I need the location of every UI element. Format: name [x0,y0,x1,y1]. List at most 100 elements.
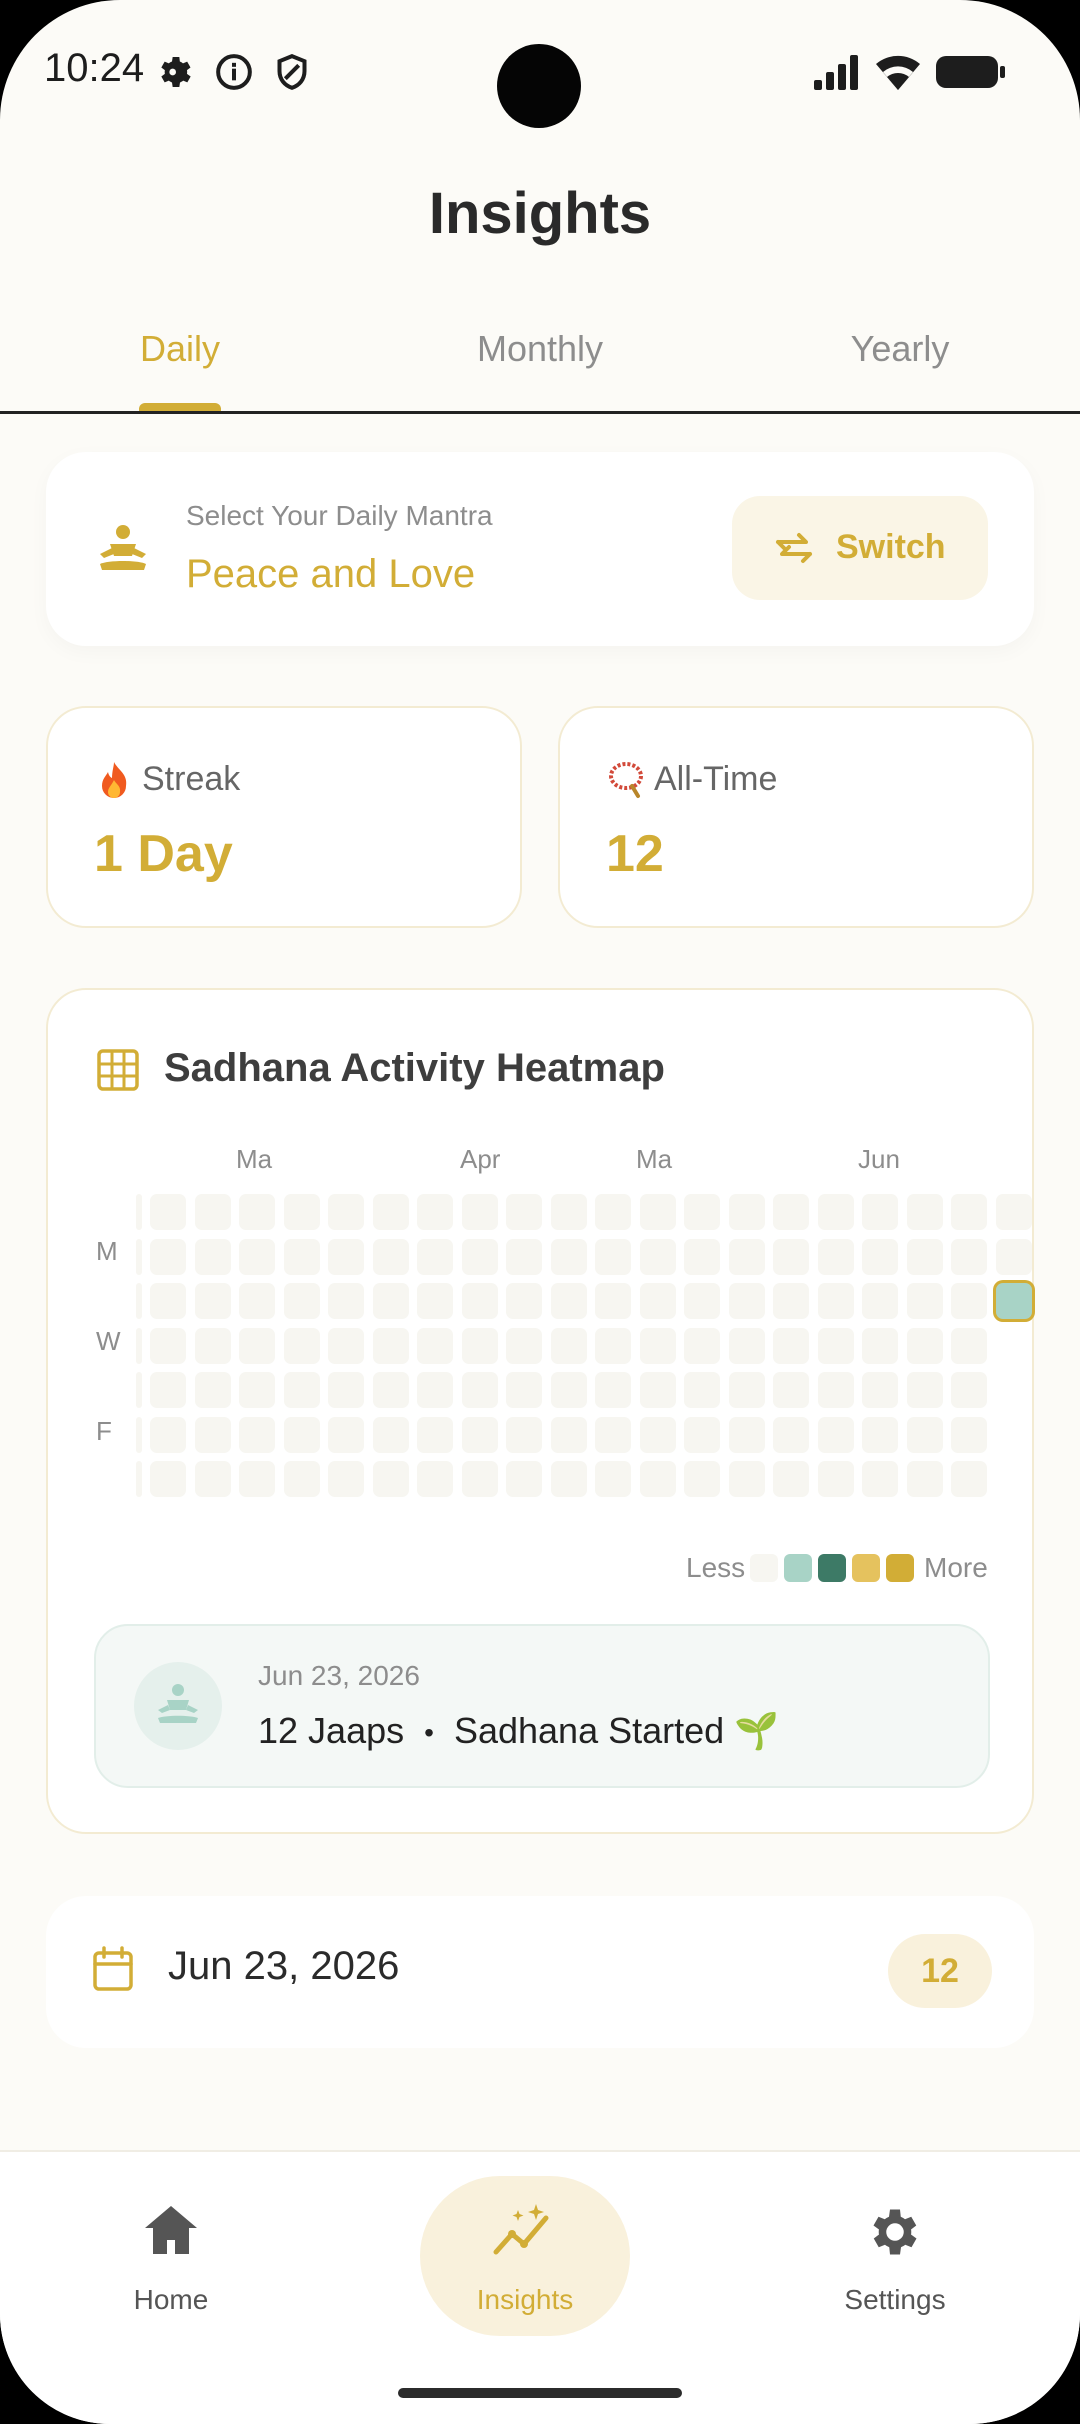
heatmap-cell[interactable] [194,1416,231,1453]
tab-daily[interactable]: Daily [30,328,330,370]
heatmap-cell[interactable] [906,1238,943,1275]
heatmap-cell[interactable] [417,1194,453,1230]
heatmap-cell[interactable] [150,1238,186,1275]
heatmap-cell[interactable] [328,1327,364,1364]
heatmap-cell[interactable] [951,1416,987,1453]
heatmap-cell[interactable] [150,1416,186,1453]
tab-yearly[interactable]: Yearly [750,328,1050,370]
heatmap-cell[interactable] [684,1194,720,1230]
heatmap-cell[interactable] [951,1327,987,1364]
heatmap-cell[interactable] [417,1416,453,1453]
heatmap-cell[interactable] [372,1283,409,1319]
heatmap-cell[interactable] [817,1327,854,1364]
heatmap-cell[interactable] [595,1194,631,1230]
heatmap-cell[interactable] [283,1194,320,1230]
heatmap-cell[interactable] [862,1416,898,1453]
heatmap-cell[interactable] [639,1416,676,1453]
heatmap-cell[interactable] [461,1461,498,1497]
heatmap-cell[interactable] [773,1327,809,1364]
heatmap-cell[interactable] [728,1372,765,1408]
heatmap-cell[interactable] [150,1283,186,1319]
heatmap-cell[interactable] [862,1327,898,1364]
heatmap-cell[interactable] [639,1372,676,1408]
heatmap-cell[interactable] [239,1283,275,1319]
heatmap-cell[interactable] [995,1194,1032,1230]
heatmap-cell[interactable] [995,1238,1032,1275]
heatmap-cell[interactable] [639,1327,676,1364]
nav-home[interactable]: Home [66,2176,276,2336]
heatmap-cell[interactable] [150,1194,186,1230]
heatmap-cell[interactable] [461,1416,498,1453]
heatmap-cell[interactable] [372,1238,409,1275]
heatmap-cell[interactable] [417,1372,453,1408]
heatmap-cell[interactable] [372,1327,409,1364]
heatmap-cell[interactable] [194,1461,231,1497]
heatmap-cell[interactable] [550,1194,587,1230]
heatmap-cell[interactable] [506,1238,542,1275]
heatmap-cell[interactable] [461,1283,498,1319]
heatmap-cell[interactable] [862,1283,898,1319]
heatmap-cell[interactable] [639,1194,676,1230]
heatmap-cell[interactable] [639,1283,676,1319]
heatmap-cell[interactable] [951,1461,987,1497]
heatmap-cell[interactable] [283,1372,320,1408]
nav-insights[interactable]: Insights [420,2176,630,2336]
heatmap-cell[interactable] [728,1416,765,1453]
heatmap-cell[interactable] [506,1372,542,1408]
heatmap-cell[interactable] [194,1238,231,1275]
heatmap-cell[interactable] [595,1327,631,1364]
heatmap-cell[interactable] [951,1194,987,1230]
heatmap-cell[interactable] [906,1461,943,1497]
heatmap-cell[interactable] [328,1372,364,1408]
heatmap-cell[interactable] [773,1372,809,1408]
heatmap-cell[interactable] [817,1194,854,1230]
heatmap-cell[interactable] [239,1416,275,1453]
heatmap-cell[interactable] [595,1283,631,1319]
heatmap-cell[interactable] [417,1327,453,1364]
heatmap-cell[interactable] [150,1327,186,1364]
heatmap-cell[interactable] [951,1372,987,1408]
heatmap-cell[interactable] [550,1372,587,1408]
heatmap-cell[interactable] [283,1238,320,1275]
heatmap-cell[interactable] [639,1238,676,1275]
heatmap-cell[interactable] [194,1327,231,1364]
heatmap-cell[interactable] [328,1238,364,1275]
heatmap-cell[interactable] [728,1327,765,1364]
heatmap-cell[interactable] [906,1194,943,1230]
heatmap-cell[interactable] [773,1238,809,1275]
heatmap-cell[interactable] [283,1327,320,1364]
heatmap-cell[interactable] [817,1416,854,1453]
heatmap-cell[interactable] [862,1238,898,1275]
heatmap-cell[interactable] [417,1238,453,1275]
heatmap-cell[interactable] [684,1283,720,1319]
heatmap-cell[interactable] [817,1238,854,1275]
heatmap-cell[interactable] [817,1461,854,1497]
heatmap-cell[interactable] [684,1238,720,1275]
heatmap-cell[interactable] [773,1461,809,1497]
heatmap-cell[interactable] [461,1194,498,1230]
heatmap-cell[interactable] [283,1416,320,1453]
heatmap-cell[interactable] [372,1372,409,1408]
heatmap-cell[interactable] [906,1416,943,1453]
heatmap-cell[interactable] [728,1283,765,1319]
heatmap-cell[interactable] [684,1416,720,1453]
nav-settings[interactable]: Settings [790,2176,1000,2336]
heatmap-cell[interactable] [372,1194,409,1230]
heatmap-cell[interactable] [550,1238,587,1275]
heatmap-cell[interactable] [506,1194,542,1230]
heatmap-cell[interactable] [595,1461,631,1497]
heatmap-cell[interactable] [506,1283,542,1319]
heatmap-cell[interactable] [239,1327,275,1364]
heatmap-cell[interactable] [150,1461,186,1497]
heatmap-cell[interactable] [328,1461,364,1497]
heatmap-cell[interactable] [461,1372,498,1408]
heatmap-cell[interactable] [684,1461,720,1497]
heatmap-cell[interactable] [817,1283,854,1319]
heatmap-cell[interactable] [283,1461,320,1497]
heatmap-cell[interactable] [417,1461,453,1497]
heatmap-cell[interactable] [506,1327,542,1364]
heatmap-cell[interactable] [817,1372,854,1408]
heatmap-cell[interactable] [862,1372,898,1408]
heatmap-cell[interactable] [194,1194,231,1230]
heatmap-cell[interactable] [239,1194,275,1230]
